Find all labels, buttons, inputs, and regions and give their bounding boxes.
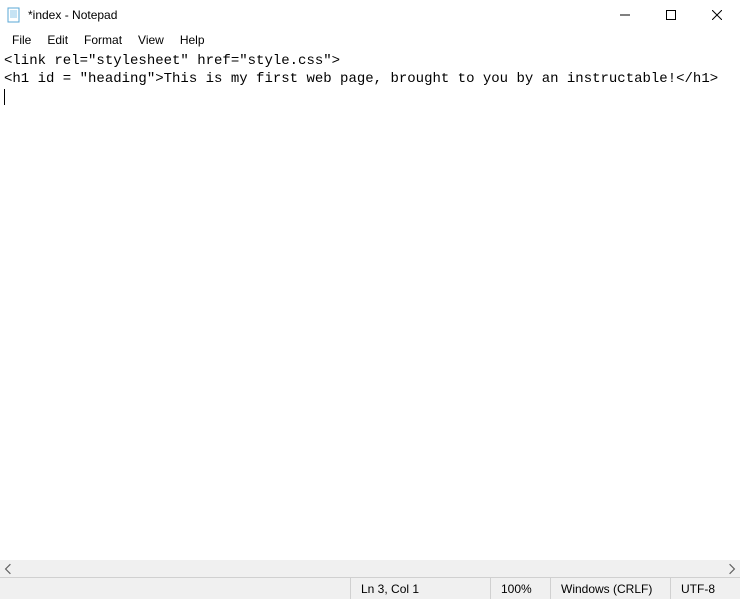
- editor-line-2: <h1 id = "heading">This is my first web …: [4, 71, 718, 87]
- menu-edit[interactable]: Edit: [39, 32, 76, 48]
- scroll-right-icon[interactable]: [726, 563, 738, 575]
- status-encoding: UTF-8: [670, 578, 740, 599]
- window-controls: [602, 0, 740, 30]
- menu-help[interactable]: Help: [172, 32, 213, 48]
- close-button[interactable]: [694, 0, 740, 30]
- status-line-ending: Windows (CRLF): [550, 578, 670, 599]
- text-editor[interactable]: <link rel="stylesheet" href="style.css">…: [0, 50, 740, 560]
- statusbar: Ln 3, Col 1 100% Windows (CRLF) UTF-8: [0, 577, 740, 599]
- minimize-button[interactable]: [602, 0, 648, 30]
- notepad-icon: [6, 7, 22, 23]
- titlebar: *index - Notepad: [0, 0, 740, 30]
- scroll-left-icon[interactable]: [2, 563, 14, 575]
- text-cursor: [4, 89, 5, 105]
- status-zoom: 100%: [490, 578, 550, 599]
- menu-format[interactable]: Format: [76, 32, 130, 48]
- menu-view[interactable]: View: [130, 32, 172, 48]
- horizontal-scrollbar[interactable]: [0, 560, 740, 577]
- window-title: *index - Notepad: [28, 8, 602, 22]
- status-cursor-position: Ln 3, Col 1: [350, 578, 490, 599]
- editor-line-1: <link rel="stylesheet" href="style.css">: [4, 53, 340, 69]
- menu-file[interactable]: File: [4, 32, 39, 48]
- menubar: File Edit Format View Help: [0, 30, 740, 50]
- maximize-button[interactable]: [648, 0, 694, 30]
